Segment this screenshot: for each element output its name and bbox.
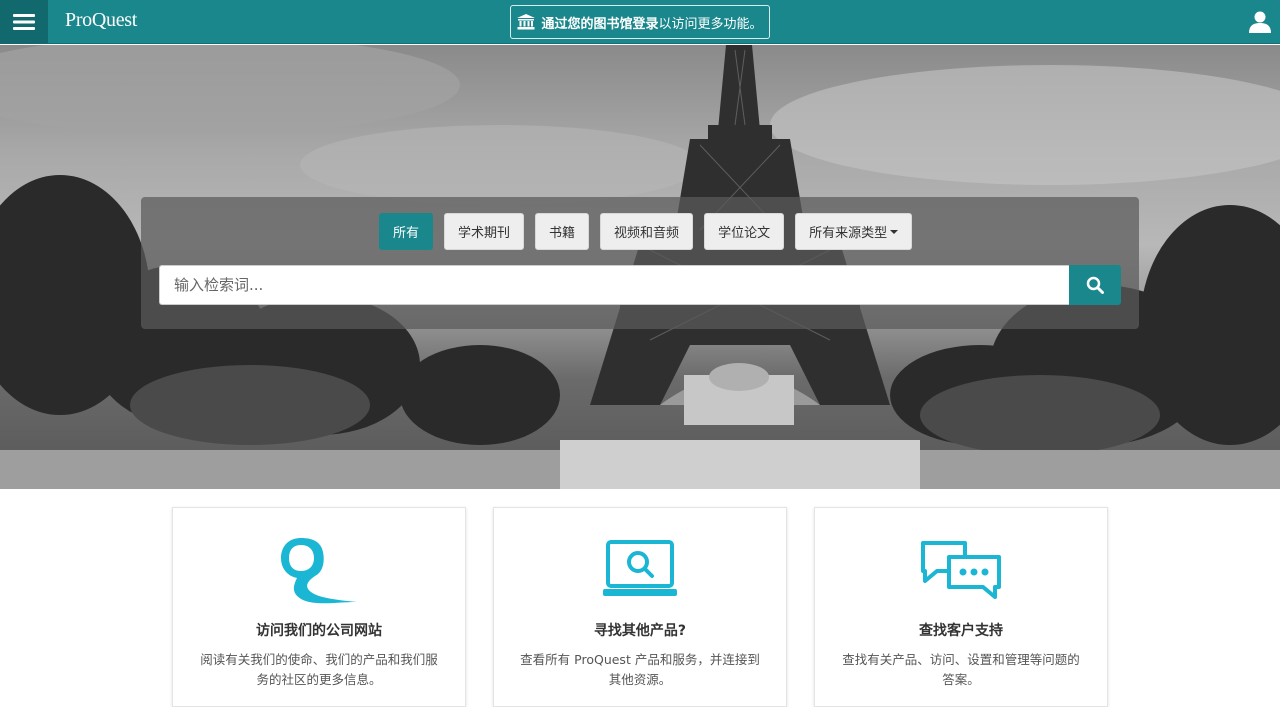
tab-dissertations[interactable]: 学位论文 bbox=[704, 213, 785, 250]
login-text: 以访问更多功能。 bbox=[658, 16, 763, 32]
tab-label: 所有来源类型 bbox=[809, 226, 888, 241]
login-text-bold: 通过您的图书馆登录 bbox=[541, 16, 659, 32]
search-panel: 所有 学术期刊 书籍 视频和音频 学位论文 所有来源类型 bbox=[141, 197, 1139, 329]
top-navigation-bar: ProQuest 通过您的图书馆登录以访问更多功能。 bbox=[0, 0, 1280, 44]
tab-books[interactable]: 书籍 bbox=[535, 213, 590, 250]
tab-label: 学术期刊 bbox=[458, 226, 511, 241]
info-cards: 访问我们的公司网站 阅读有关我们的使命、我们的产品和我们服务的社区的更多信息。 … bbox=[172, 507, 1108, 707]
proquest-logo[interactable]: ProQuest bbox=[65, 9, 137, 32]
card-title: 查找客户支持 bbox=[919, 623, 1003, 639]
search-icon bbox=[1086, 276, 1104, 294]
tab-label: 学位论文 bbox=[718, 226, 771, 241]
tab-scholarly-journals[interactable]: 学术期刊 bbox=[444, 213, 525, 250]
card-customer-support[interactable]: 查找客户支持 查找有关产品、访问、设置和管理等问题的答案。 bbox=[814, 507, 1108, 707]
proquest-q-icon bbox=[281, 538, 357, 604]
card-other-products[interactable]: 寻找其他产品? 查看所有 ProQuest 产品和服务，并连接到其他资源。 bbox=[493, 507, 787, 707]
hamburger-icon bbox=[13, 14, 35, 30]
chat-bubbles-icon bbox=[921, 541, 1001, 599]
laptop-search-icon bbox=[603, 540, 677, 596]
search-button[interactable] bbox=[1069, 265, 1121, 305]
tab-label: 所有 bbox=[393, 226, 420, 241]
user-account-icon[interactable] bbox=[1248, 10, 1272, 34]
institution-icon bbox=[517, 14, 536, 30]
card-company-website[interactable]: 访问我们的公司网站 阅读有关我们的使命、我们的产品和我们服务的社区的更多信息。 bbox=[172, 507, 466, 707]
source-type-dropdown[interactable]: 所有来源类型 bbox=[795, 213, 913, 250]
card-description: 查看所有 ProQuest 产品和服务，并连接到其他资源。 bbox=[520, 652, 760, 687]
tab-label: 书籍 bbox=[549, 226, 576, 241]
caret-down-icon bbox=[890, 229, 899, 234]
hero-banner: 所有 学术期刊 书籍 视频和音频 学位论文 所有来源类型 bbox=[0, 45, 1280, 489]
tab-video-audio[interactable]: 视频和音频 bbox=[600, 213, 694, 250]
card-title: 寻找其他产品? bbox=[593, 623, 687, 639]
card-description: 查找有关产品、访问、设置和管理等问题的答案。 bbox=[842, 652, 1080, 687]
hamburger-menu-button[interactable] bbox=[0, 0, 48, 44]
library-login-button[interactable]: 通过您的图书馆登录以访问更多功能。 bbox=[510, 5, 770, 39]
card-title: 访问我们的公司网站 bbox=[256, 623, 382, 639]
card-description: 阅读有关我们的使命、我们的产品和我们服务的社区的更多信息。 bbox=[200, 652, 438, 687]
tab-all[interactable]: 所有 bbox=[379, 213, 434, 250]
tab-label: 视频和音频 bbox=[614, 226, 680, 241]
search-input[interactable] bbox=[159, 265, 1069, 305]
source-type-tabs: 所有 学术期刊 书籍 视频和音频 学位论文 所有来源类型 bbox=[379, 213, 913, 250]
